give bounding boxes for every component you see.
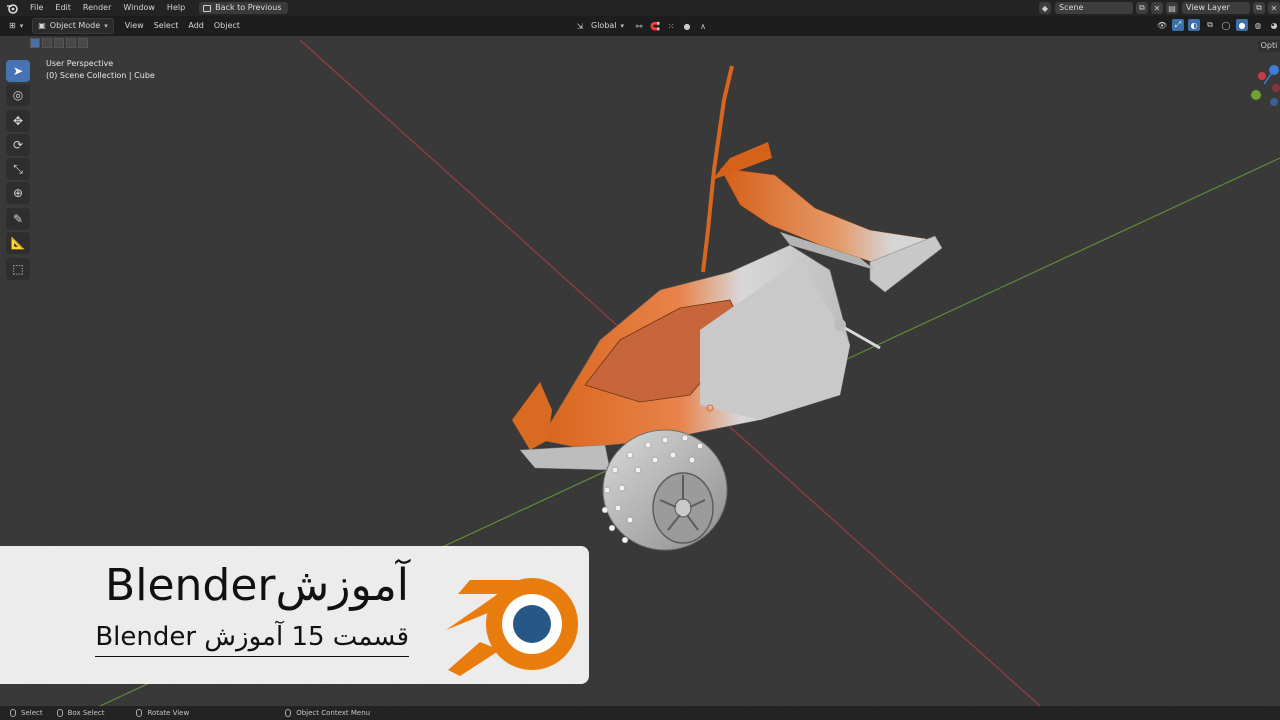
screen-icon: [203, 4, 212, 12]
cursor-arrow-icon: ➤: [12, 64, 24, 78]
select-new-icon[interactable]: [30, 38, 40, 48]
view-layer-browse-icon[interactable]: ▤: [1166, 2, 1178, 14]
visibility-icon[interactable]: 👁: [1156, 19, 1168, 31]
wireframe-shading-icon[interactable]: ◯: [1220, 19, 1232, 31]
scene-label: Scene: [1059, 3, 1084, 12]
back-to-previous-button[interactable]: Back to Previous: [199, 2, 288, 14]
mouse-drag-icon: [56, 709, 63, 717]
editor-type-button[interactable]: ⊞ ▾: [4, 19, 28, 33]
move-icon: ✥: [12, 114, 24, 128]
transform-controls: ⇲ Global ▾ ⚯ 🧲 ⁙ ● ∧: [570, 19, 709, 33]
falloff-icon[interactable]: ∧: [697, 20, 709, 32]
scale-icon: ⤡: [13, 161, 23, 176]
tool-shelf: ➤ ◎ ✥ ⟳ ⤡ ⊕ ✎ 📐 ⬚: [6, 60, 32, 282]
top-right-controls: ◆ Scene ⧉ ✕ ▤ View Layer ⧉ ✕: [1036, 1, 1280, 15]
header-menu-object[interactable]: Object: [209, 19, 245, 33]
select-invert-icon[interactable]: [66, 38, 76, 48]
back-to-previous-label: Back to Previous: [215, 3, 282, 12]
select-extend-icon[interactable]: [42, 38, 52, 48]
orientation-icon: ⇲: [576, 21, 584, 31]
scale-tool-button[interactable]: ⤡: [6, 158, 30, 180]
mouse-left-icon: [10, 709, 16, 717]
ruler-icon: 📐: [10, 236, 26, 250]
new-scene-icon[interactable]: ⧉: [1136, 2, 1148, 14]
snap-icon[interactable]: 🧲: [649, 20, 661, 32]
pivot-point-icon[interactable]: ⚯: [633, 20, 645, 32]
snap-target-icon[interactable]: ⁙: [665, 20, 677, 32]
select-intersect-icon[interactable]: [78, 38, 88, 48]
header-menu-view[interactable]: View: [120, 19, 149, 33]
select-subtract-icon[interactable]: [54, 38, 64, 48]
header-menu-select[interactable]: Select: [149, 19, 184, 33]
blender-logo-icon: [446, 578, 578, 676]
viewport-overlay-controls: 👁 ⤢ ◐ ⧉ ◯ ● ◍ ◕: [1152, 19, 1280, 31]
mode-label: Object Mode: [49, 21, 101, 30]
status-rotate-view: Rotate View: [136, 709, 189, 717]
banner-title: آموزشBlender: [105, 560, 409, 611]
view-layer-label: View Layer: [1186, 3, 1230, 12]
chevron-down-icon: ▾: [104, 22, 108, 30]
status-bar: Select Box Select Rotate View Object Con…: [0, 706, 1280, 720]
mouse-right-icon: [285, 709, 292, 717]
new-view-layer-icon[interactable]: ⧉: [1253, 2, 1265, 14]
menu-window[interactable]: Window: [117, 0, 161, 16]
rendered-shading-icon[interactable]: ◕: [1268, 19, 1280, 31]
rotate-tool-button[interactable]: ⟳: [6, 134, 30, 156]
orientation-dropdown[interactable]: Global ▾: [586, 19, 629, 33]
top-menu-bar: File Edit Render Window Help Back to Pre…: [0, 0, 1280, 16]
status-box-select-label: Box Select: [67, 709, 105, 717]
selection-mode-buttons: [30, 38, 90, 48]
blender-logo-icon[interactable]: [6, 2, 18, 14]
tutorial-banner: آموزشBlender قسمت 15 آموزش Blender: [0, 546, 589, 684]
proportional-edit-icon[interactable]: ●: [681, 20, 693, 32]
overlay-toggle-icon[interactable]: ◐: [1188, 19, 1200, 31]
banner-subtitle: قسمت 15 آموزش Blender: [95, 622, 409, 657]
status-select-label: Select: [21, 709, 43, 717]
collection-label: (0) Scene Collection | Cube: [46, 71, 155, 80]
options-button[interactable]: Opti: [1258, 40, 1280, 52]
3d-cursor-icon: ◎: [12, 88, 24, 102]
mouse-middle-icon: [136, 709, 143, 717]
viewport-info: User Perspective (0) Scene Collection | …: [46, 58, 155, 82]
menu-edit[interactable]: Edit: [49, 0, 77, 16]
perspective-label: User Perspective: [46, 59, 114, 68]
menu-help[interactable]: Help: [161, 0, 191, 16]
xray-icon[interactable]: ⧉: [1204, 19, 1216, 31]
transform-tool-button[interactable]: ⊕: [6, 182, 30, 204]
material-shading-icon[interactable]: ◍: [1252, 19, 1264, 31]
status-rotate-view-label: Rotate View: [147, 709, 190, 717]
close-view-layer-icon[interactable]: ✕: [1268, 2, 1280, 14]
status-select: Select: [10, 709, 43, 717]
orientation-label: Global: [591, 21, 617, 30]
annotate-tool-button[interactable]: ✎: [6, 208, 30, 230]
chevron-down-icon: ▾: [620, 22, 625, 30]
menu-file[interactable]: File: [24, 0, 49, 16]
select-tool-button[interactable]: ➤: [6, 60, 30, 82]
transform-icon: ⊕: [12, 186, 24, 200]
cube-icon: ⬚: [12, 262, 24, 276]
scene-field[interactable]: Scene: [1055, 2, 1133, 14]
chevron-down-icon: ▾: [19, 22, 24, 30]
cursor-tool-button[interactable]: ◎: [6, 84, 30, 106]
mode-dropdown[interactable]: ▣ Object Mode ▾: [32, 18, 114, 34]
measure-tool-button[interactable]: 📐: [6, 232, 30, 254]
rotate-icon: ⟳: [12, 138, 24, 152]
move-tool-button[interactable]: ✥: [6, 110, 30, 132]
object-mode-icon: ▣: [38, 21, 46, 30]
close-scene-icon[interactable]: ✕: [1151, 2, 1163, 14]
add-cube-tool-button[interactable]: ⬚: [6, 258, 30, 280]
menu-render[interactable]: Render: [77, 0, 117, 16]
status-context-menu: Object Context Menu: [285, 709, 370, 717]
scene-browse-icon[interactable]: ◆: [1039, 2, 1051, 14]
pencil-icon: ✎: [12, 212, 24, 226]
status-context-menu-label: Object Context Menu: [296, 709, 371, 717]
header-menu-add[interactable]: Add: [183, 19, 209, 33]
view-layer-field[interactable]: View Layer: [1182, 2, 1250, 14]
gizmo-toggle-icon[interactable]: ⤢: [1172, 19, 1184, 31]
editor-type-icon: ⊞: [9, 21, 16, 30]
solid-shading-icon[interactable]: ●: [1236, 19, 1248, 31]
status-box-select: Box Select: [56, 709, 105, 717]
